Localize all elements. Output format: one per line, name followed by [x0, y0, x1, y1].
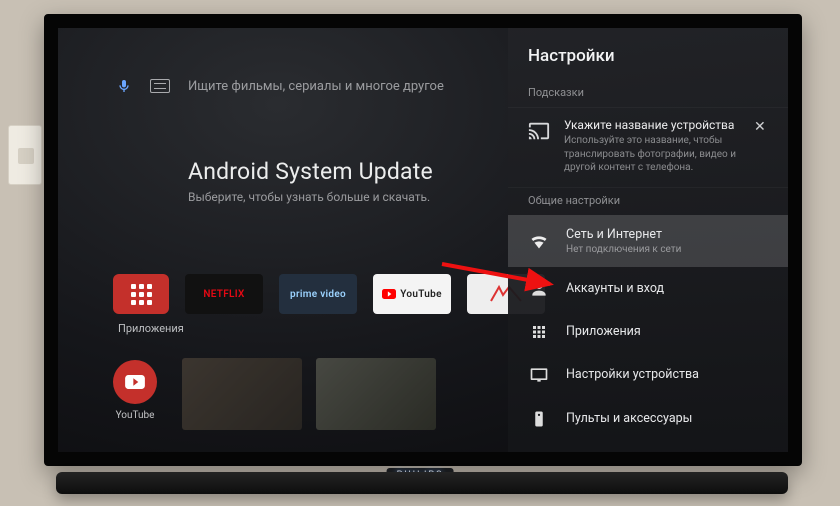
settings-item-remotes[interactable]: Пульты и аксессуары: [508, 397, 788, 441]
wall-light-switch: [8, 125, 42, 185]
settings-item-title: Пульты и аксессуары: [566, 411, 692, 426]
search-row[interactable]: Ищите фильмы, сериалы и многое другое: [116, 78, 444, 94]
settings-item-title: Приложения: [566, 324, 641, 339]
tv-icon: [528, 365, 550, 385]
general-section-label: Общие настройки: [508, 188, 788, 215]
apps-row: NETFLIX prime video YouTube: [113, 274, 545, 314]
account-icon: [528, 279, 550, 299]
settings-item-device[interactable]: Настройки устройства: [508, 353, 788, 397]
hint-card-device-name[interactable]: Укажите название устройства Используйте …: [508, 107, 788, 188]
youtube-icon: [382, 289, 396, 299]
settings-item-apps[interactable]: Приложения: [508, 311, 788, 353]
settings-item-title: Настройки устройства: [566, 367, 699, 382]
settings-title: Настройки: [508, 46, 788, 80]
settings-item-subtitle: Нет подключения к сети: [566, 244, 681, 255]
hints-section-label: Подсказки: [508, 80, 788, 107]
mic-icon[interactable]: [116, 78, 132, 94]
app-tile-youtube[interactable]: YouTube: [373, 274, 451, 314]
youtube-thumbnails: [182, 358, 436, 430]
cast-icon: [528, 120, 550, 142]
soundbar: [56, 472, 788, 494]
apps-grid-icon: [131, 284, 152, 305]
tv-screen: Ищите фильмы, сериалы и многое другое An…: [58, 28, 788, 452]
video-thumbnail[interactable]: [182, 358, 302, 430]
youtube-hub[interactable]: YouTube: [113, 360, 157, 421]
settings-item-accounts[interactable]: Аккаунты и вход: [508, 267, 788, 311]
hero-card[interactable]: Android System Update Выберите, чтобы уз…: [188, 158, 433, 204]
youtube-hub-label: YouTube: [113, 410, 157, 421]
youtube-hub-icon: [113, 360, 157, 404]
video-thumbnail[interactable]: [316, 358, 436, 430]
apps-icon: [528, 323, 550, 341]
settings-item-network[interactable]: Сеть и Интернет Нет подключения к сети: [508, 215, 788, 267]
keyboard-icon[interactable]: [150, 79, 170, 93]
close-icon[interactable]: ✕: [754, 120, 768, 134]
hint-subtitle: Используйте это название, чтобы транслир…: [564, 134, 740, 175]
apps-row-label: Приложения: [118, 322, 184, 335]
app-tile-netflix[interactable]: NETFLIX: [185, 274, 263, 314]
remote-icon: [528, 409, 550, 429]
search-placeholder: Ищите фильмы, сериалы и многое другое: [188, 79, 444, 94]
settings-item-title: Сеть и Интернет: [566, 227, 681, 242]
app-tile-prime[interactable]: prime video: [279, 274, 357, 314]
wifi-icon: [528, 231, 550, 251]
settings-panel: Настройки Подсказки Укажите название уст…: [508, 28, 788, 452]
hint-title: Укажите название устройства: [564, 118, 740, 132]
tv-frame: Ищите фильмы, сериалы и многое другое An…: [44, 14, 802, 466]
settings-item-title: Аккаунты и вход: [566, 281, 664, 296]
hero-title: Android System Update: [188, 158, 433, 185]
hero-subtitle: Выберите, чтобы узнать больше и скачать.: [188, 190, 433, 204]
app-tile-youtube-label: YouTube: [400, 289, 442, 300]
apps-hub-tile[interactable]: [113, 274, 169, 314]
